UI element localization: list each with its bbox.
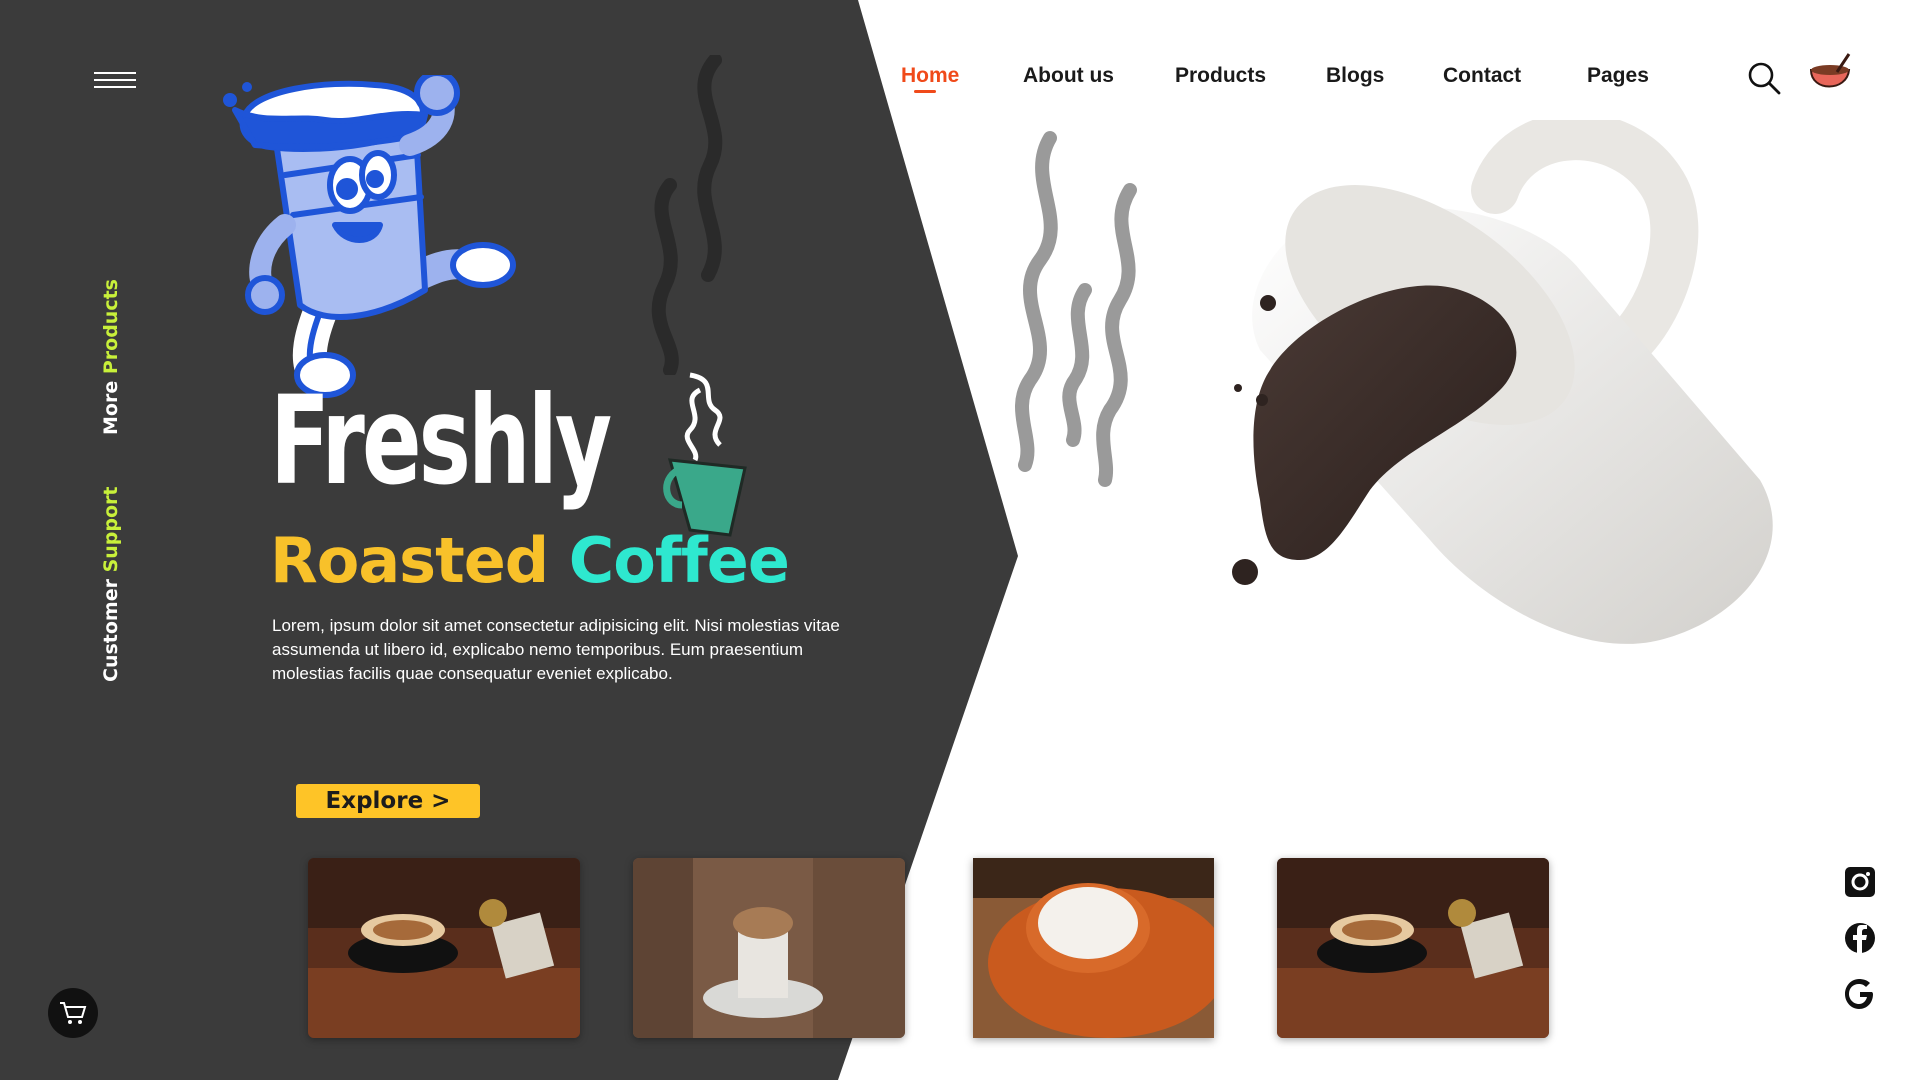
- subtitle-coffee: Coffee: [568, 524, 790, 597]
- nav-products[interactable]: Products: [1175, 64, 1266, 88]
- hero-subtitle: Roasted Coffee: [270, 530, 790, 592]
- coffee-photo-4[interactable]: [1277, 858, 1549, 1038]
- steaming-mug-icon: [663, 372, 747, 537]
- coffee-photo-1[interactable]: [308, 858, 580, 1038]
- customer-support-accent: Support: [100, 486, 122, 573]
- nav-blogs[interactable]: Blogs: [1326, 64, 1384, 88]
- coffee-cup-mascot-illustration: [223, 75, 516, 398]
- coffee-cup-icon[interactable]: [1807, 52, 1855, 100]
- shopping-cart-icon[interactable]: [48, 988, 98, 1038]
- more-products-accent: Products: [100, 279, 122, 375]
- hero-description: Lorem, ipsum dolor sit amet consectetur …: [272, 616, 840, 683]
- nav-pages[interactable]: Pages: [1587, 64, 1649, 88]
- coffee-photo-3[interactable]: [973, 858, 1214, 1038]
- more-products-link[interactable]: More Products: [100, 279, 122, 435]
- more-products-label: More: [100, 374, 122, 435]
- nav-active-indicator: [914, 90, 936, 93]
- nav-about-us[interactable]: About us: [1023, 64, 1114, 88]
- coffee-photo-2[interactable]: [633, 858, 905, 1038]
- pouring-mug-illustration: [1232, 120, 1773, 644]
- nav-contact[interactable]: Contact: [1443, 64, 1521, 88]
- hamburger-menu-icon[interactable]: [94, 72, 136, 96]
- google-icon[interactable]: [1844, 978, 1876, 1010]
- hero-title: Freshly: [270, 370, 612, 512]
- facebook-icon[interactable]: [1844, 922, 1876, 954]
- subtitle-roasted: Roasted: [270, 524, 549, 597]
- search-icon[interactable]: [1747, 61, 1781, 95]
- explore-button[interactable]: Explore >: [296, 784, 480, 818]
- steam-illustration: [651, 55, 723, 375]
- instagram-icon[interactable]: [1844, 866, 1876, 898]
- customer-support-link[interactable]: Customer Support: [100, 486, 122, 682]
- nav-home[interactable]: Home: [901, 64, 959, 88]
- customer-support-label: Customer: [100, 572, 122, 682]
